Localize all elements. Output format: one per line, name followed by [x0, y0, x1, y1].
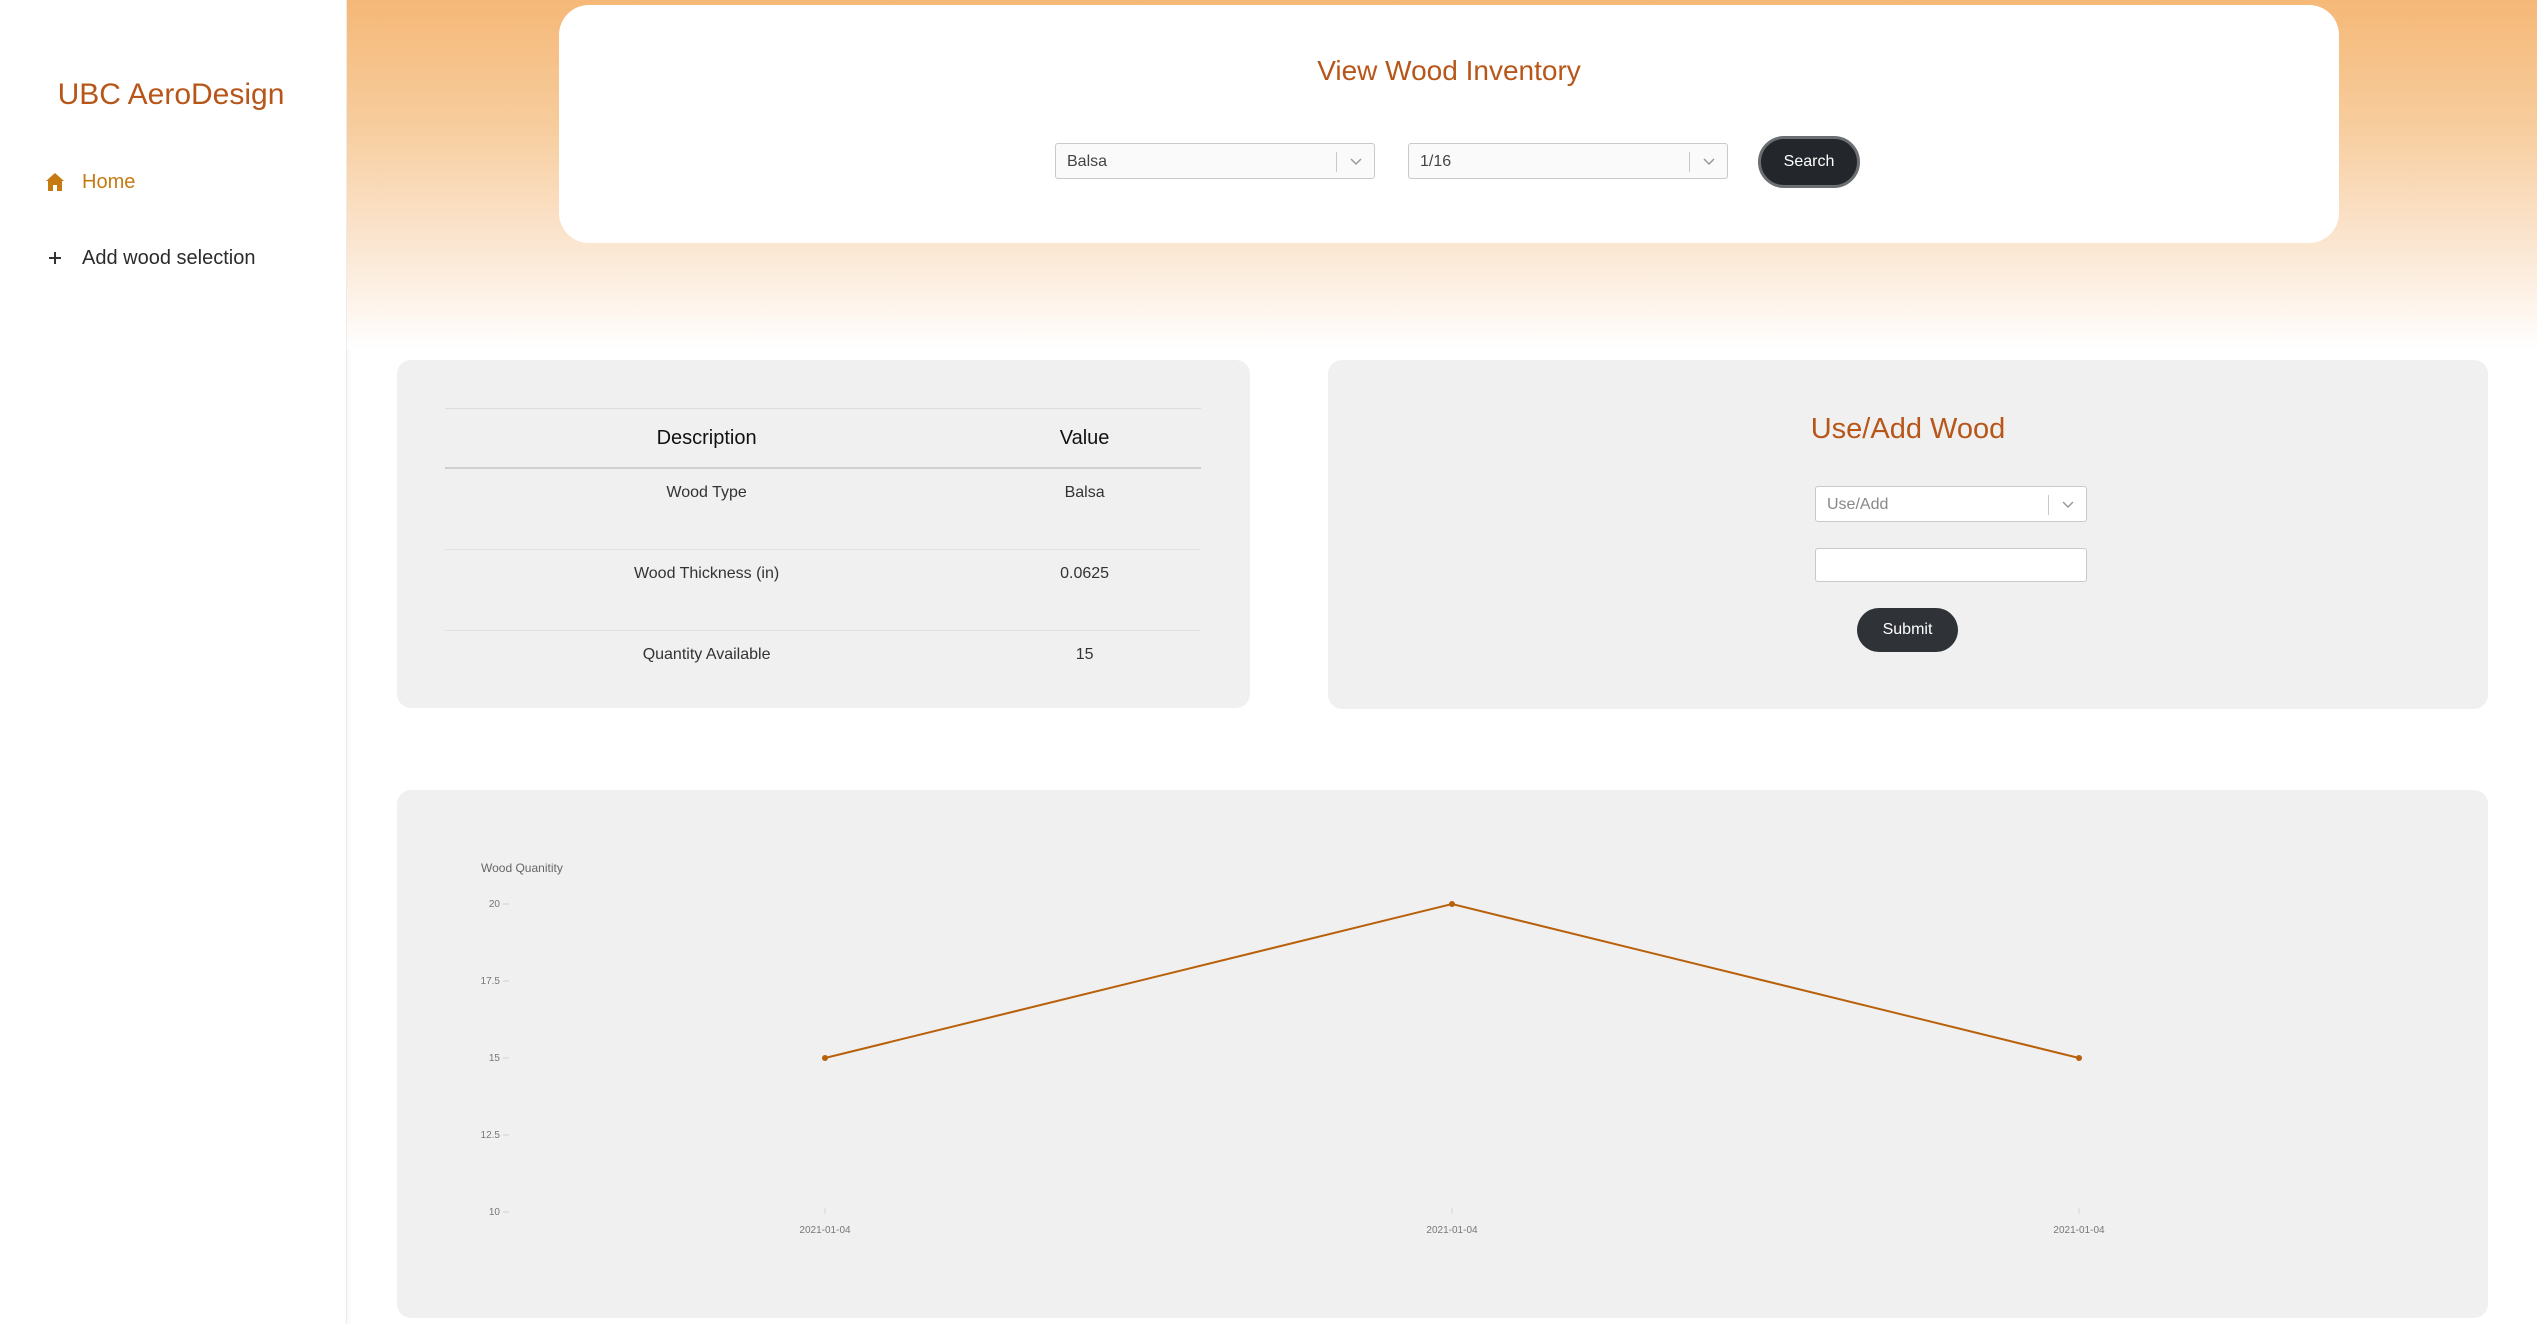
select-separator	[1336, 152, 1337, 172]
home-icon	[42, 170, 68, 194]
row-value: 0.0625	[968, 549, 1201, 631]
sidebar-item-label: Home	[82, 170, 136, 193]
table-row: Wood Thickness (in) 0.0625	[445, 549, 1201, 631]
plus-icon	[42, 246, 68, 270]
row-value: Balsa	[968, 468, 1201, 550]
y-tick-label: 10	[489, 1207, 501, 1218]
x-tick-label: 2021-01-04	[2053, 1225, 2105, 1236]
y-tick-label: 20	[489, 899, 501, 910]
search-card: View Wood Inventory Balsa 1/16 Search	[559, 5, 2339, 243]
chevron-down-icon	[2062, 501, 2074, 509]
page-title: View Wood Inventory	[1317, 55, 1581, 86]
use-add-title: Use/Add Wood	[1810, 413, 2006, 445]
chevron-down-icon	[1703, 158, 1715, 166]
y-axis-label: Wood Quanitity	[481, 861, 563, 875]
wood-quantity-chart: Wood Quanitity 10 12.5 15 17.5 20 2021-01-04 2…	[481, 861, 2105, 1236]
data-point	[2076, 1055, 2082, 1061]
use-add-card: Use/Add Wood Method Use/Add Amount Submi…	[1328, 360, 2488, 709]
x-tick-label: 2021-01-04	[799, 1225, 851, 1236]
row-value: 15	[1075, 646, 1094, 663]
table-row: Quantity Available 15	[445, 631, 1201, 712]
method-select[interactable]: Use/Add	[1815, 486, 2087, 522]
data-point	[1449, 901, 1455, 907]
select-separator	[1689, 152, 1690, 172]
sidebar-item-home[interactable]: Home	[42, 170, 135, 194]
brand-title: UBC AeroDesign	[57, 78, 285, 111]
column-header-value: Value	[968, 408, 1201, 469]
row-label: Wood Type	[445, 468, 969, 550]
method-placeholder: Use/Add	[1827, 496, 1889, 513]
chevron-down-icon	[1350, 158, 1362, 166]
series-line	[824, 902, 2080, 1059]
sidebar-item-label: Add wood selection	[82, 246, 256, 269]
sidebar: UBC AeroDesign Home Add wood selection	[0, 0, 347, 1324]
table-row: Wood Type Balsa	[445, 468, 1201, 550]
wood-info-card: Description Value Wood Type Balsa Wood T…	[397, 360, 1250, 708]
wood-type-select[interactable]: Balsa	[1055, 143, 1375, 179]
wood-info-table: Description Value Wood Type Balsa Wood T…	[445, 408, 1201, 711]
thickness-select[interactable]: 1/16	[1408, 143, 1728, 179]
row-label: Wood Thickness (in)	[445, 549, 969, 631]
chart-card: Wood Quanitity 10 12.5 15 17.5 20 2021-01-04 2…	[397, 790, 2488, 1318]
thickness-value: 1/16	[1420, 153, 1452, 170]
y-tick-label: 17.5	[481, 976, 501, 987]
data-point	[822, 1055, 828, 1061]
select-separator	[2048, 495, 2049, 515]
sidebar-item-add-wood[interactable]: Add wood selection	[42, 246, 255, 270]
wood-type-value: Balsa	[1067, 153, 1108, 170]
x-tick-label: 2021-01-04	[1426, 1225, 1478, 1236]
column-header-description: Description	[445, 408, 969, 469]
y-tick-label: 12.5	[481, 1130, 501, 1141]
app-root: UBC AeroDesign Home Add wood selection V…	[0, 0, 2537, 1324]
row-label: Quantity Available	[642, 646, 771, 663]
table-header-row: Description Value	[445, 408, 1201, 469]
search-button[interactable]: Search	[1758, 136, 1860, 188]
amount-input[interactable]	[1815, 548, 2087, 582]
y-tick-label: 15	[489, 1053, 501, 1064]
submit-button[interactable]: Submit	[1857, 608, 1958, 652]
